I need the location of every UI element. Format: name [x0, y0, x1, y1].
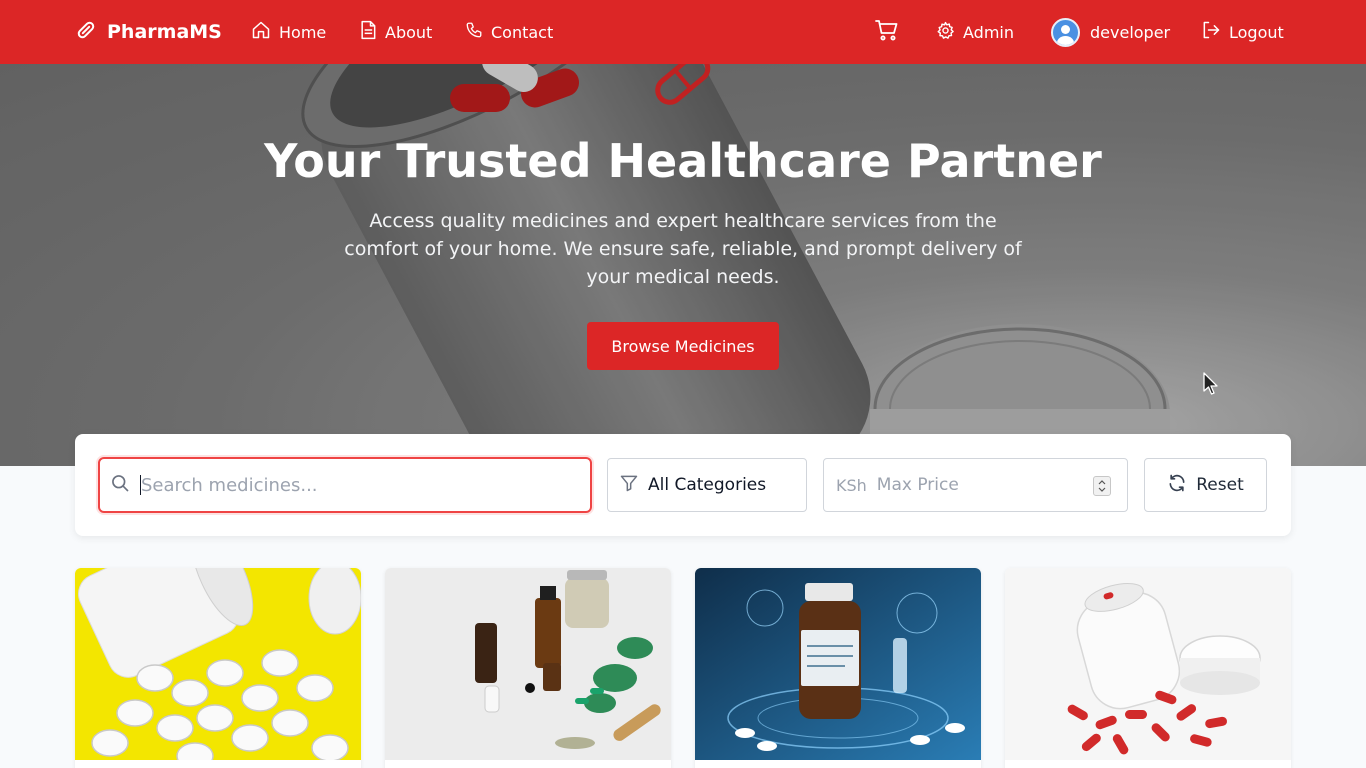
search-icon — [110, 473, 130, 497]
gear-icon — [936, 21, 955, 44]
mouse-cursor-icon — [1203, 372, 1218, 395]
max-price-input[interactable] — [876, 475, 1077, 495]
user-menu[interactable]: developer — [1051, 0, 1170, 64]
filter-icon — [619, 473, 639, 498]
filter-bar: All Categories KSh Reset — [75, 434, 1291, 536]
product-card[interactable] — [385, 568, 671, 768]
hero-subtitle: Access quality medicines and expert heal… — [344, 210, 1022, 288]
pill-icon — [75, 19, 97, 46]
product-card[interactable] — [75, 568, 361, 768]
nav-link-home[interactable]: Home — [251, 0, 326, 64]
nav-link-label: Contact — [491, 22, 554, 42]
hero-banner: Your Trusted Healthcare Partner Access q… — [0, 64, 1366, 466]
brand-name: PharmaMS — [107, 21, 222, 43]
logout-icon — [1201, 20, 1221, 44]
nav-link-label: About — [385, 22, 433, 42]
document-icon — [359, 20, 377, 44]
hero-title: Your Trusted Healthcare Partner — [264, 134, 1102, 188]
number-stepper[interactable] — [1093, 476, 1111, 496]
phone-icon — [465, 21, 483, 43]
user-name: developer — [1090, 22, 1171, 42]
nav-link-about[interactable]: About — [359, 0, 432, 64]
reset-button[interactable]: Reset — [1144, 458, 1267, 512]
category-select[interactable]: All Categories — [607, 458, 807, 512]
category-select-value: All Categories — [648, 475, 767, 495]
nav-link-label: Logout — [1229, 22, 1284, 42]
product-card[interactable] — [695, 568, 981, 768]
brand-logo[interactable]: PharmaMS — [75, 0, 222, 64]
product-image — [1005, 568, 1291, 760]
nav-link-label: Admin — [963, 22, 1014, 42]
max-price-field[interactable]: KSh — [823, 458, 1128, 512]
product-image — [75, 568, 361, 760]
currency-prefix: KSh — [836, 475, 867, 495]
nav-link-label: Home — [279, 22, 327, 42]
nav-link-contact[interactable]: Contact — [465, 0, 553, 64]
product-image — [385, 568, 671, 760]
product-image — [695, 568, 981, 760]
search-field[interactable] — [98, 457, 592, 513]
nav-link-admin[interactable]: Admin — [936, 0, 1014, 64]
browse-medicines-button[interactable]: Browse Medicines — [587, 322, 779, 370]
avatar — [1051, 17, 1080, 47]
search-input[interactable] — [141, 474, 561, 496]
cart-button[interactable] — [875, 0, 899, 64]
cart-icon — [875, 18, 899, 46]
top-navbar: PharmaMS Home About Contact Admin develo… — [0, 0, 1366, 64]
product-card[interactable] — [1005, 568, 1291, 768]
logout-button[interactable]: Logout — [1201, 0, 1284, 64]
home-icon — [251, 20, 271, 44]
refresh-icon — [1167, 473, 1187, 498]
reset-label: Reset — [1196, 475, 1244, 495]
